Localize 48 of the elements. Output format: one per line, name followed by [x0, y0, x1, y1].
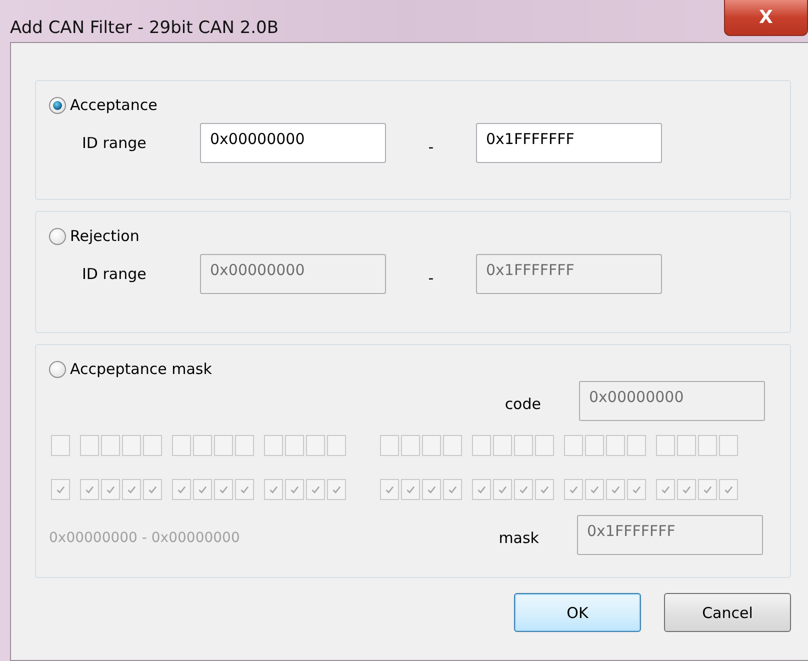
check-icon — [447, 484, 458, 495]
check-icon — [197, 484, 208, 495]
check-icon — [84, 484, 95, 495]
check-icon — [539, 484, 550, 495]
check-icon — [331, 484, 342, 495]
check-icon — [497, 484, 508, 495]
check-icon — [405, 484, 416, 495]
check-icon — [268, 484, 279, 495]
check-icon — [476, 484, 487, 495]
check-icon — [384, 484, 395, 495]
check-icon — [147, 484, 158, 495]
dialog-button[interactable]: Cancel — [664, 593, 791, 632]
check-icon — [589, 484, 600, 495]
window-title: Add CAN Filter - 29bit CAN 2.0B — [10, 20, 279, 37]
check-icon — [660, 484, 671, 495]
check-icon — [218, 484, 229, 495]
check-icon — [126, 484, 137, 495]
dialog-button[interactable]: OK — [514, 593, 641, 632]
close-button[interactable]: X — [724, 0, 808, 36]
check-icon — [610, 484, 621, 495]
check-icon — [681, 484, 692, 495]
check-icon — [426, 484, 437, 495]
check-icon — [239, 484, 250, 495]
range-separator: - — [427, 137, 435, 156]
check-icon — [702, 484, 713, 495]
field-label: code — [504, 394, 541, 413]
input-field[interactable]: 0x1FFFFFFF — [476, 123, 662, 163]
check-icon — [518, 484, 529, 495]
radio-button[interactable] — [49, 360, 66, 378]
range-separator: - — [427, 268, 435, 287]
field-label: ID range — [82, 134, 148, 152]
check-icon — [176, 484, 187, 495]
radio-label: Rejection — [70, 227, 140, 245]
check-icon — [55, 484, 66, 495]
field-label: mask — [498, 528, 539, 547]
field-label: ID range — [82, 265, 148, 283]
check-icon — [289, 484, 300, 495]
range-text: 0x00000000 - 0x00000000 — [49, 529, 240, 546]
radio-button[interactable] — [49, 228, 66, 244]
check-icon — [723, 484, 734, 495]
check-icon — [631, 484, 642, 495]
check-icon — [568, 484, 579, 495]
check-icon — [310, 484, 321, 495]
radio-button[interactable] — [49, 96, 66, 114]
input-field[interactable]: 0x00000000 — [200, 123, 386, 163]
check-icon — [105, 484, 116, 495]
radio-label: Accpeptance mask — [70, 360, 212, 378]
radio-label: Acceptance — [70, 96, 158, 114]
